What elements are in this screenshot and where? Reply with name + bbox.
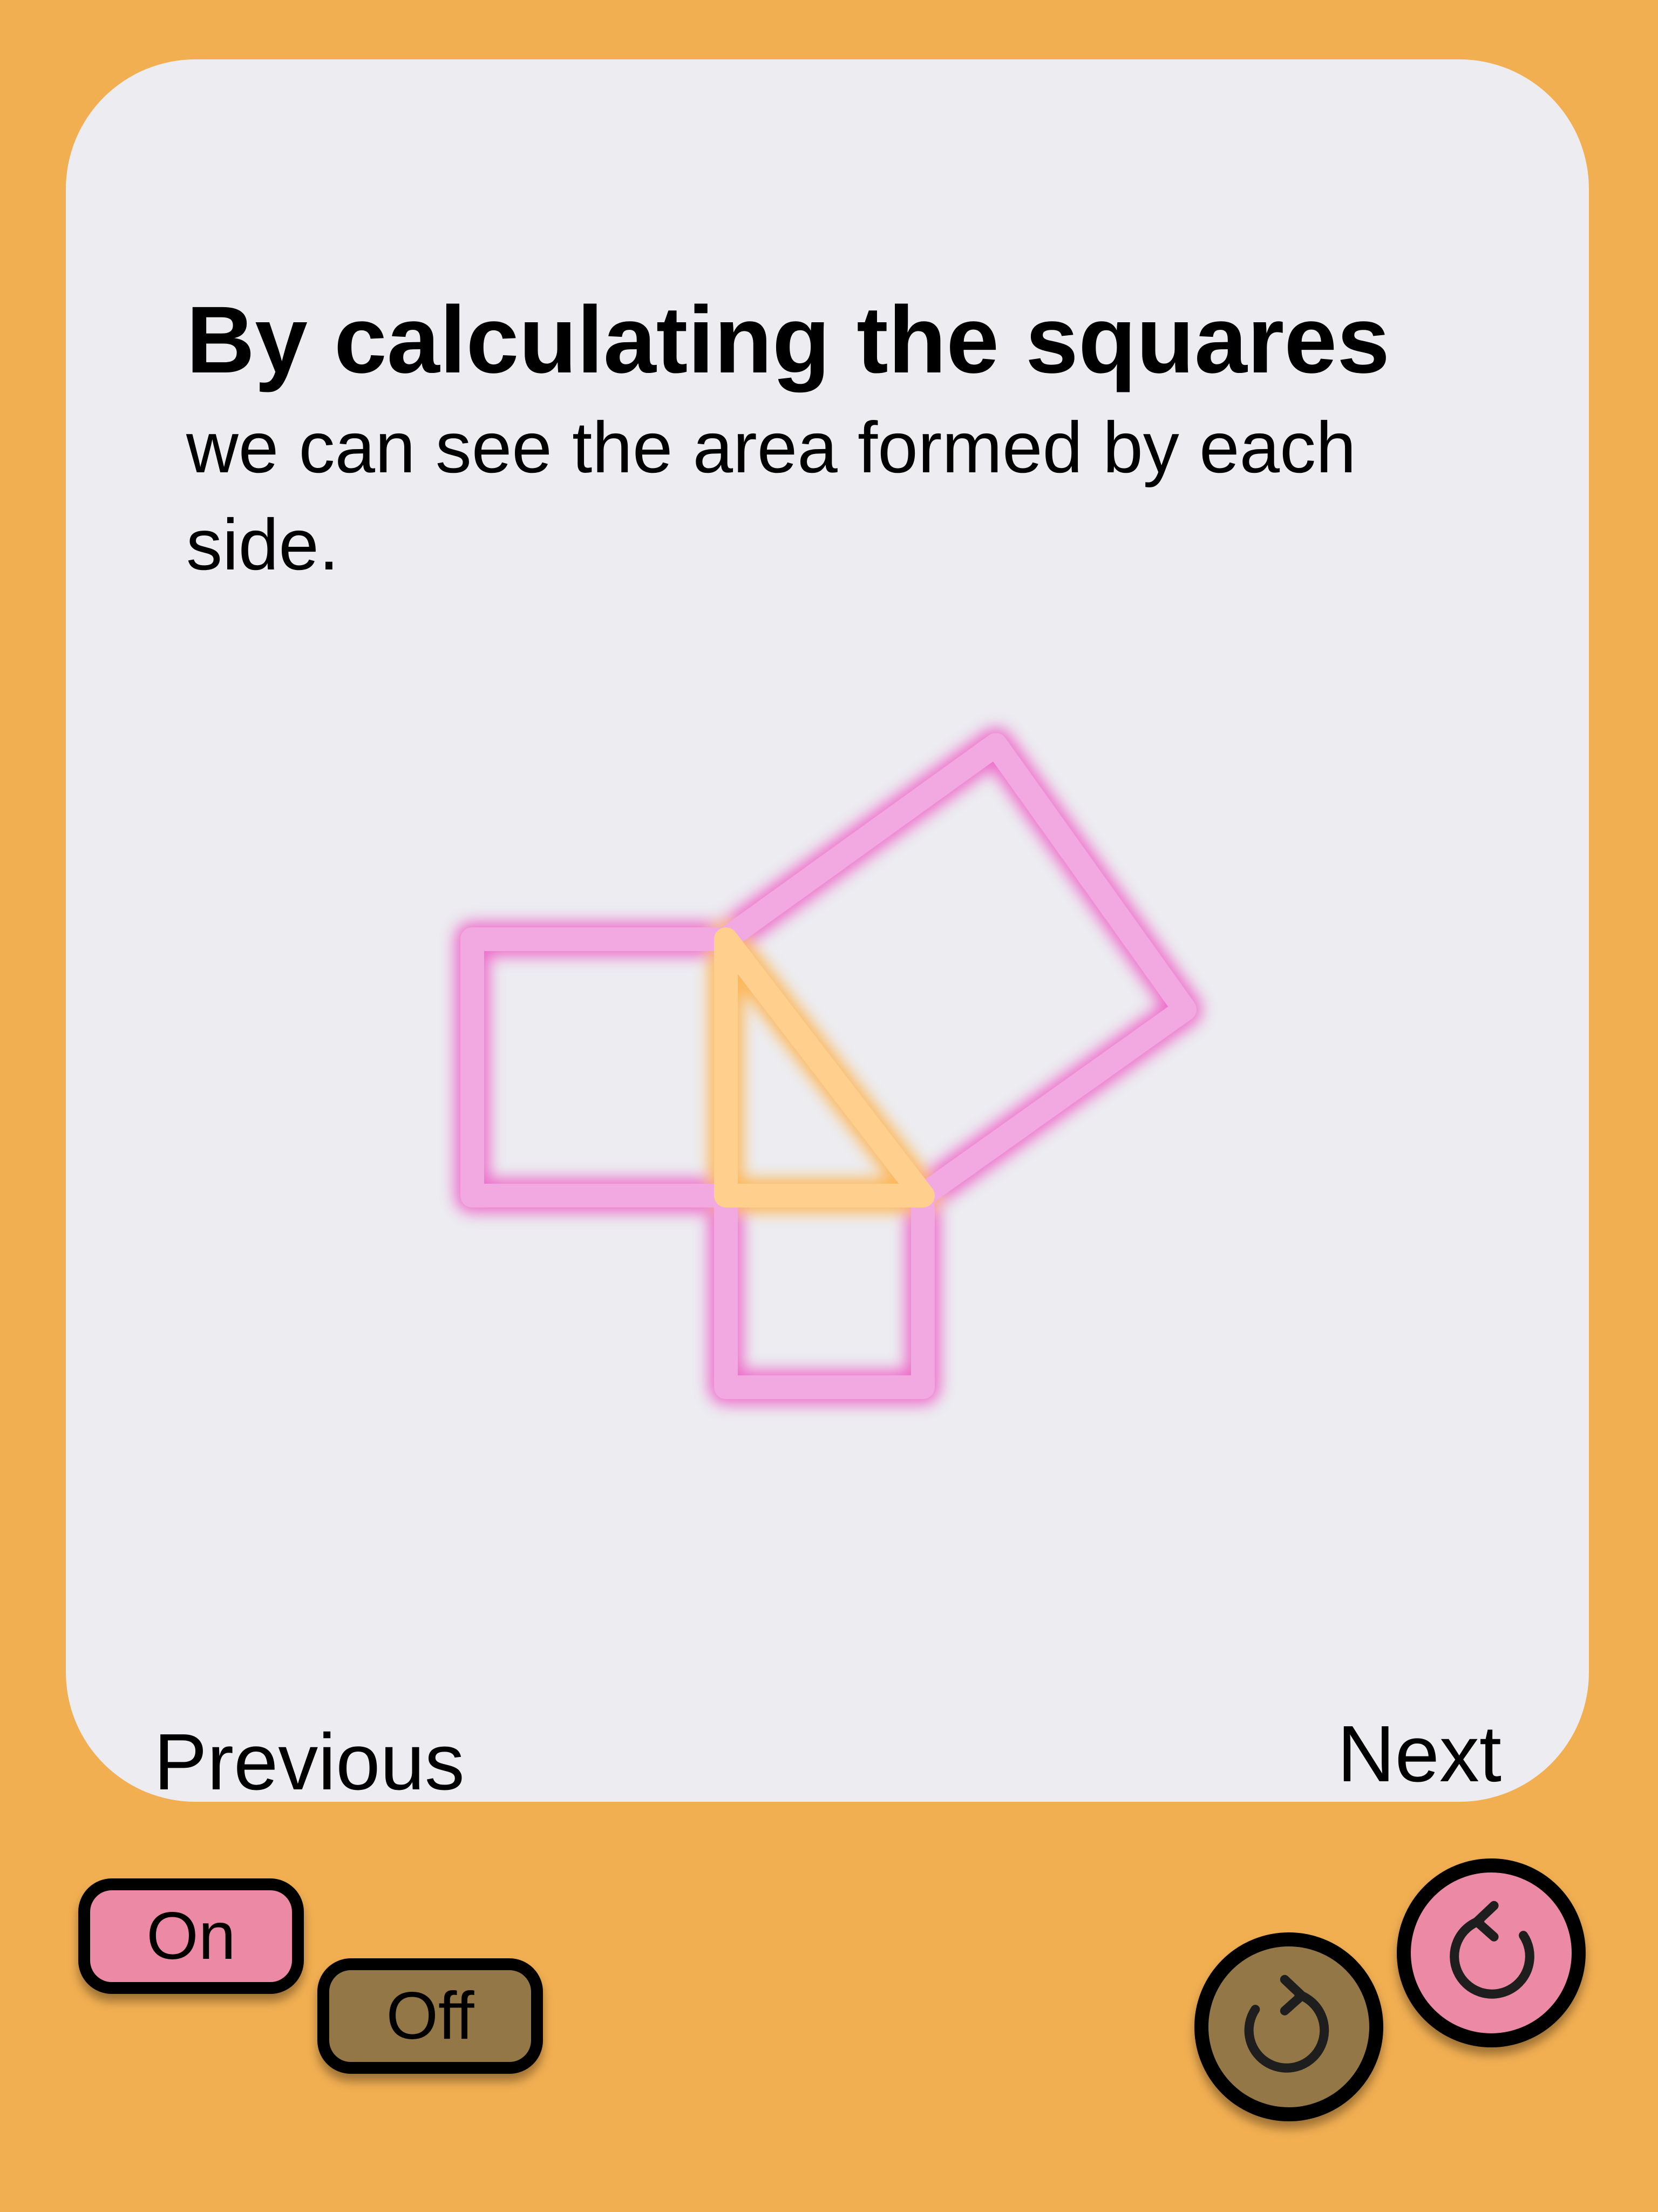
slide-subtitle: we can see the area formed by each side. (186, 408, 1356, 585)
on-toggle-button[interactable]: On (78, 1878, 304, 1994)
redo-button[interactable] (1194, 1932, 1383, 2121)
previous-button[interactable]: Previous (154, 1719, 465, 1806)
redo-icon (1244, 1974, 1329, 2073)
off-toggle-button[interactable]: Off (317, 1958, 543, 2074)
undo-icon (1450, 1901, 1534, 1999)
undo-button[interactable] (1397, 1858, 1586, 2047)
slide-title: By calculating the squares (186, 287, 1390, 393)
next-button[interactable]: Next (1337, 1711, 1501, 1797)
